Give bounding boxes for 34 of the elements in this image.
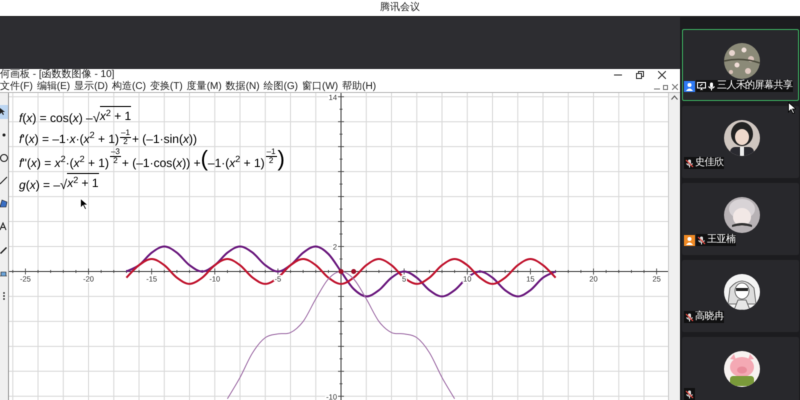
formula: g(x) = –√x$^{2}$ + 1 bbox=[19, 173, 100, 192]
video-tile[interactable]: 三人禾的屏幕共享 bbox=[682, 29, 799, 101]
close-icon[interactable] bbox=[658, 71, 666, 79]
window-title: 腾讯会议 bbox=[380, 3, 420, 13]
participant-name: 王亚楠 bbox=[707, 235, 736, 245]
participant-name: 高晓冉 bbox=[695, 312, 724, 322]
scroll-up-icon[interactable] bbox=[671, 95, 678, 100]
video-tile[interactable]: 高晓冉 bbox=[682, 260, 799, 332]
menu-item[interactable]: 编辑(E) bbox=[36, 82, 70, 92]
more-icon[interactable] bbox=[0, 289, 8, 303]
video-tile[interactable]: 王亚楠 bbox=[682, 183, 799, 255]
pointer-icon bbox=[788, 102, 796, 114]
menu-item[interactable]: 窗口(W) bbox=[302, 82, 338, 92]
restore-icon[interactable] bbox=[663, 84, 669, 90]
menu-item[interactable]: 文件(F) bbox=[0, 82, 33, 92]
participant-name: 三人禾的屏幕共享 bbox=[717, 81, 792, 91]
formula: f(x) = cos(x) –√x$^{2}$ + 1 bbox=[19, 106, 132, 125]
arrow-tool-icon[interactable] bbox=[0, 105, 8, 119]
point-marker[interactable] bbox=[338, 268, 344, 274]
menu-item[interactable]: 变换(T) bbox=[150, 82, 183, 92]
window-title: 何画板 - [函数数图像 - 10] bbox=[0, 70, 114, 80]
menu-item[interactable]: 绘图(G) bbox=[264, 82, 298, 92]
menu-item[interactable]: 显示(D) bbox=[74, 82, 108, 92]
point-marker[interactable] bbox=[351, 268, 356, 274]
circle-icon[interactable] bbox=[0, 151, 8, 165]
menu-item[interactable]: 数据(N) bbox=[226, 82, 260, 92]
video-tile[interactable]: 史佳欣 bbox=[682, 106, 799, 178]
video-tile[interactable] bbox=[682, 337, 799, 400]
pointer-icon bbox=[80, 198, 88, 210]
menu-item[interactable]: 帮助(H) bbox=[342, 82, 376, 92]
maximize-icon[interactable] bbox=[636, 71, 644, 79]
menu-item[interactable]: 构造(C) bbox=[112, 82, 146, 92]
menu-item[interactable]: 度量(M) bbox=[186, 82, 222, 92]
participant-name: 史佳欣 bbox=[695, 158, 724, 168]
